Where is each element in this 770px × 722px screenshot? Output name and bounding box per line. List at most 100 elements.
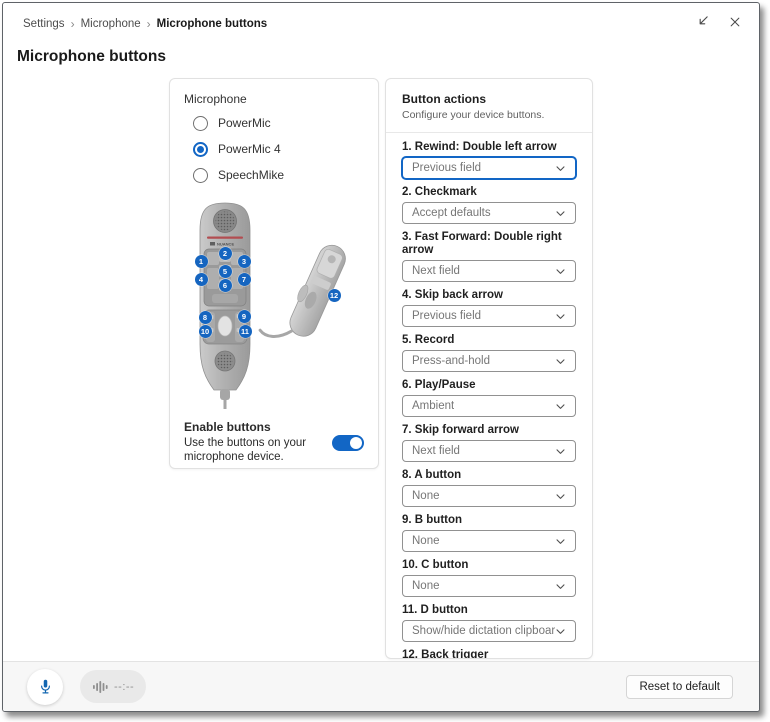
button-action-label: 9. B button <box>402 514 576 527</box>
button-actions-subtitle: Configure your device buttons. <box>402 109 576 121</box>
microphone-option-label: PowerMic 4 <box>218 142 281 156</box>
breadcrumb-item[interactable]: Settings <box>23 18 65 30</box>
enable-buttons-title: Enable buttons <box>184 420 326 434</box>
device-button-badge: 11 <box>239 325 252 338</box>
collapse-window-icon[interactable] <box>696 15 709 28</box>
button-actions-title: Button actions <box>402 92 576 106</box>
button-action-label: 7. Skip forward arrow <box>402 424 576 437</box>
device-button-badge: 12 <box>328 289 341 302</box>
button-action-group: 10. C button None <box>402 559 576 597</box>
button-action-group: 6. Play/Pause Ambient <box>402 379 576 417</box>
select-value: Next field <box>412 445 460 457</box>
settings-window: Settings › Microphone › Microphone butto… <box>2 2 760 712</box>
microphone-radio-group: PowerMic PowerMic 4 SpeechMike <box>184 114 364 184</box>
chevron-down-icon <box>555 356 566 367</box>
select-value: Previous field <box>412 162 481 174</box>
powermic-device-image: NUANCE <box>184 198 366 410</box>
chevron-down-icon <box>555 491 566 502</box>
select-value: Press-and-hold <box>412 355 490 367</box>
enable-buttons-toggle[interactable] <box>332 435 364 451</box>
button-actions-list: 1. Rewind: Double left arrow Previous fi… <box>402 141 576 659</box>
button-action-select[interactable]: None <box>402 485 576 507</box>
chevron-down-icon <box>555 446 566 457</box>
chevron-down-icon <box>555 581 566 592</box>
svg-text:NUANCE: NUANCE <box>217 241 234 246</box>
bottom-bar: --:-- Reset to default <box>3 661 759 711</box>
button-action-group: 12. Back trigger Transfer text - Desktop… <box>402 649 576 659</box>
breadcrumb: Settings › Microphone › Microphone butto… <box>17 17 743 31</box>
device-button-badge: 8 <box>199 311 212 324</box>
button-action-group: 5. Record Press-and-hold <box>402 334 576 372</box>
button-action-select[interactable]: Show/hide dictation clipboard <box>402 620 576 642</box>
radio-icon[interactable] <box>193 168 208 183</box>
select-value: Show/hide dictation clipboard <box>412 625 555 637</box>
chevron-down-icon <box>555 536 566 547</box>
chevron-down-icon <box>555 626 566 637</box>
button-action-select[interactable]: Press-and-hold <box>402 350 576 372</box>
microphone-option[interactable]: PowerMic 4 <box>193 140 364 158</box>
enable-buttons-description: Use the buttons on your microphone devic… <box>184 436 326 464</box>
button-actions-card: Button actions Configure your device but… <box>385 78 593 659</box>
radio-icon[interactable] <box>193 116 208 131</box>
device-button-badge: 6 <box>219 279 232 292</box>
select-value: Accept defaults <box>412 207 491 219</box>
button-action-group: 7. Skip forward arrow Next field <box>402 424 576 462</box>
radio-icon[interactable] <box>193 142 208 157</box>
button-action-label: 3. Fast Forward: Double right arrow <box>402 231 576 257</box>
button-action-label: 8. A button <box>402 469 576 482</box>
button-action-select[interactable]: Next field <box>402 260 576 282</box>
button-action-select[interactable]: Ambient <box>402 395 576 417</box>
device-button-badge: 2 <box>219 247 232 260</box>
microphone-option[interactable]: SpeechMike <box>193 166 364 184</box>
breadcrumb-item[interactable]: Microphone <box>81 18 141 30</box>
page-title: Microphone buttons <box>17 48 759 66</box>
button-action-select[interactable]: None <box>402 530 576 552</box>
chevron-down-icon <box>555 208 566 219</box>
button-action-label: 11. D button <box>402 604 576 617</box>
button-action-select[interactable]: Next field <box>402 440 576 462</box>
button-action-label: 1. Rewind: Double left arrow <box>402 141 576 154</box>
microphone-icon <box>37 678 54 695</box>
button-action-group: 8. A button None <box>402 469 576 507</box>
microphone-option-label: PowerMic <box>218 116 271 130</box>
recording-timer: --:-- <box>114 681 134 693</box>
microphone-button[interactable] <box>27 669 63 705</box>
select-value: Ambient <box>412 400 454 412</box>
button-action-label: 4. Skip back arrow <box>402 289 576 302</box>
close-icon[interactable] <box>729 16 741 28</box>
select-value: None <box>412 535 440 547</box>
breadcrumb-separator: › <box>147 17 151 31</box>
microphone-card: Microphone PowerMic PowerMic 4 <box>169 78 379 469</box>
button-action-group: 3. Fast Forward: Double right arrow Next… <box>402 231 576 282</box>
audio-level-indicator: --:-- <box>80 670 146 703</box>
breadcrumb-separator: › <box>71 17 75 31</box>
button-action-select[interactable]: Accept defaults <box>402 202 576 224</box>
button-action-group: 9. B button None <box>402 514 576 552</box>
button-action-group: 4. Skip back arrow Previous field <box>402 289 576 327</box>
waveform-icon <box>92 680 109 694</box>
chevron-down-icon <box>555 311 566 322</box>
button-action-label: 5. Record <box>402 334 576 347</box>
microphone-option[interactable]: PowerMic <box>193 114 364 132</box>
button-action-label: 10. C button <box>402 559 576 572</box>
select-value: Previous field <box>412 310 481 322</box>
select-value: Next field <box>412 265 460 277</box>
breadcrumb-item[interactable]: Microphone buttons <box>157 18 268 30</box>
device-button-badge: 3 <box>238 255 251 268</box>
button-action-select[interactable]: Previous field <box>402 305 576 327</box>
chevron-down-icon <box>555 163 566 174</box>
button-action-select[interactable]: Previous field <box>402 157 576 179</box>
button-action-group: 11. D button Show/hide dictation clipboa… <box>402 604 576 642</box>
content-area: Microphone PowerMic PowerMic 4 <box>3 78 759 666</box>
microphone-group-label: Microphone <box>184 92 364 106</box>
device-button-badge: 1 <box>195 255 208 268</box>
powermic-illustration: NUANCE <box>184 198 366 410</box>
button-action-label: 6. Play/Pause <box>402 379 576 392</box>
window-header: Settings › Microphone › Microphone butto… <box>3 3 759 31</box>
button-action-label: 2. Checkmark <box>402 186 576 199</box>
reset-to-default-button[interactable]: Reset to default <box>626 675 733 699</box>
device-button-badge: 4 <box>195 273 208 286</box>
chevron-down-icon <box>555 266 566 277</box>
button-action-select[interactable]: None <box>402 575 576 597</box>
button-action-group: 1. Rewind: Double left arrow Previous fi… <box>402 141 576 179</box>
